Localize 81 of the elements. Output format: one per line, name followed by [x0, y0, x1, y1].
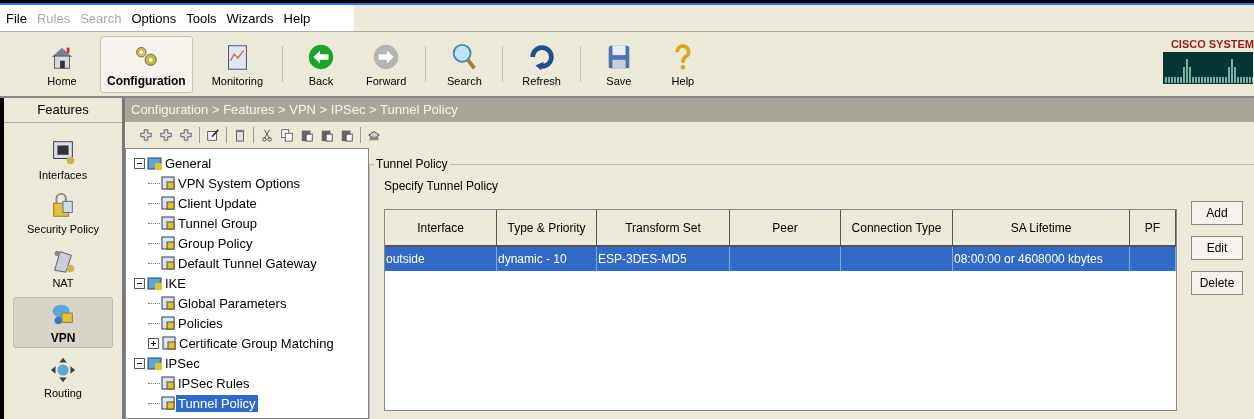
document-icon: [160, 315, 176, 331]
collapse-toggle[interactable]: [134, 277, 145, 289]
feature-button[interactable]: NAT: [13, 243, 113, 292]
document-icon: [161, 335, 177, 351]
feature-button[interactable]: Security Policy: [13, 189, 113, 238]
toolbar-button[interactable]: Refresh: [515, 36, 568, 92]
table-cell: 08:00:00 or 4608000 kbytes: [954, 252, 1103, 266]
clipboard-icon[interactable]: [340, 128, 354, 142]
table-cell: ESP-3DES-MD5: [598, 252, 687, 266]
feature-button[interactable]: VPN: [13, 297, 113, 348]
toolbar-button[interactable]: Save: [592, 36, 645, 92]
printer-icon[interactable]: [367, 128, 381, 142]
tree-item[interactable]: Policies: [176, 314, 225, 332]
tree-item[interactable]: Default Tunnel Gateway: [176, 254, 319, 272]
action-button[interactable]: Delete: [1191, 271, 1243, 295]
tree-item[interactable]: VPN System Options: [176, 174, 303, 192]
brand-name: CISCO SYSTEM: [1170, 38, 1254, 50]
tree-item[interactable]: Client Update: [176, 194, 259, 212]
plus-icon[interactable]: [179, 128, 193, 142]
tree-item[interactable]: General: [163, 154, 214, 172]
table-cell: outside: [386, 252, 425, 266]
clipboard-icon[interactable]: [300, 128, 314, 142]
feature-button[interactable]: Routing: [13, 353, 113, 402]
document-icon: [160, 255, 176, 271]
tree-item[interactable]: IPSec: [163, 354, 202, 372]
folder-icon: [147, 355, 163, 371]
menu-item[interactable]: Options: [131, 10, 177, 26]
collapse-toggle[interactable]: [134, 157, 145, 169]
column-header[interactable]: PF: [1130, 210, 1176, 245]
plus-icon[interactable]: [139, 128, 153, 142]
document-icon: [160, 395, 176, 411]
section-label: Specify Tunnel Policy: [384, 179, 500, 193]
router-icon: [49, 356, 77, 384]
collapse-toggle[interactable]: [134, 357, 145, 369]
menu-item[interactable]: Help: [283, 10, 311, 26]
toolbar-button[interactable]: Search: [438, 36, 491, 92]
tree-item[interactable]: Certificate Group Matching: [177, 334, 336, 352]
menu-item[interactable]: Wizards: [226, 10, 274, 26]
toolbar-button[interactable]: Help: [656, 36, 709, 92]
document-icon: [160, 215, 176, 231]
tree-item[interactable]: IKE: [163, 274, 188, 292]
menu-item[interactable]: Tools: [186, 10, 217, 26]
document-icon: [160, 295, 176, 311]
trash-icon[interactable]: [233, 128, 247, 142]
group-title: Tunnel Policy: [374, 157, 450, 171]
toolbar-button[interactable]: Home: [36, 36, 88, 92]
column-header[interactable]: Interface: [385, 210, 497, 245]
toolbar-button[interactable]: Monitoring: [204, 36, 270, 92]
toolbar-button[interactable]: Forward: [359, 36, 414, 92]
column-header[interactable]: Connection Type: [841, 210, 953, 245]
tree-item[interactable]: IPSec Rules: [176, 374, 252, 392]
column-header[interactable]: Peer: [730, 210, 841, 245]
table-row[interactable]: outside dynamic - 10 ESP-3DES-MD5 08:00:00 or 4608000 kbytes: [385, 247, 1176, 271]
edit-icon[interactable]: [206, 128, 220, 142]
action-button[interactable]: Edit: [1191, 236, 1243, 260]
tree-item[interactable]: Global Parameters: [176, 294, 289, 312]
action-button[interactable]: Add: [1191, 201, 1243, 225]
document-icon: [160, 375, 176, 391]
plus-icon[interactable]: [159, 128, 173, 142]
column-header[interactable]: Transform Set: [597, 210, 730, 245]
folder-icon: [147, 275, 163, 291]
feature-button[interactable]: Interfaces: [13, 135, 113, 184]
table-cell: dynamic - 10: [498, 252, 567, 266]
breadcrumb: Configuration > Features > VPN > IPSec > Tunnel Policy: [125, 98, 1254, 122]
document-icon: [160, 235, 176, 251]
tree-item[interactable]: Group Policy: [176, 234, 255, 252]
column-header[interactable]: SA Lifetime: [953, 210, 1130, 245]
folder-icon: [147, 155, 163, 171]
menu-item[interactable]: File: [6, 10, 27, 26]
tree-item[interactable]: Tunnel Policy: [176, 394, 258, 412]
tree-item[interactable]: Tunnel Group: [176, 214, 259, 232]
expand-toggle[interactable]: [148, 337, 159, 349]
copy-icon[interactable]: [280, 128, 294, 142]
scissors-icon[interactable]: [260, 128, 274, 142]
toolbar-button[interactable]: Back: [295, 36, 347, 92]
document-icon: [160, 195, 176, 211]
column-header[interactable]: Type & Priority: [497, 210, 597, 245]
clipboard-icon[interactable]: [320, 128, 334, 142]
document-icon: [160, 175, 176, 191]
toolbar-button[interactable]: Configuration: [100, 35, 193, 93]
bridge-bars-icon: [1162, 52, 1254, 84]
